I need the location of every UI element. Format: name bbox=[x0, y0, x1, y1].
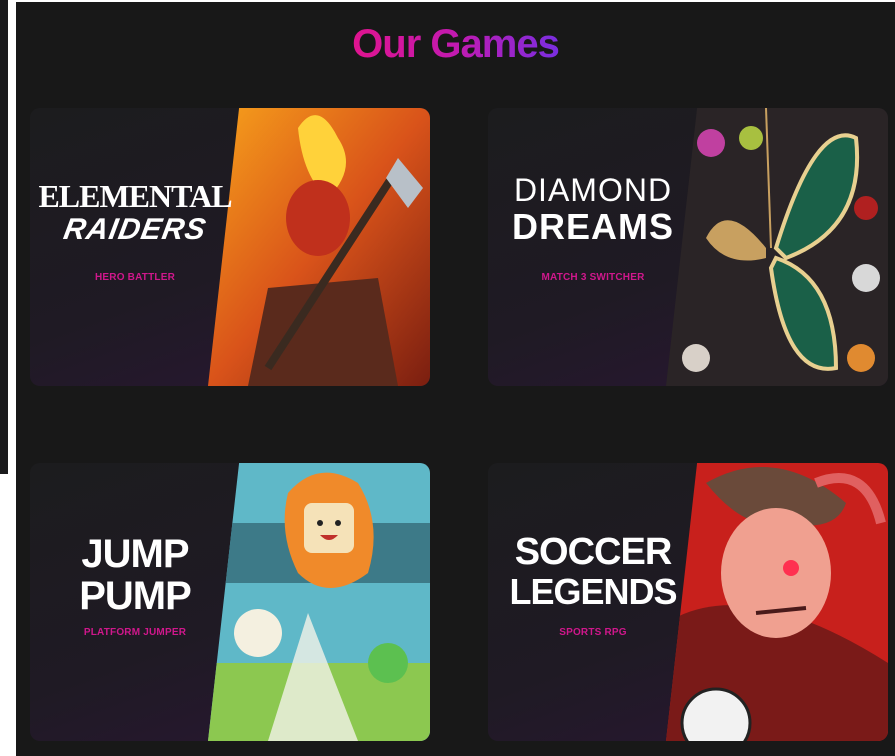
games-section: Our Games ELEMENTAL RAIDERS HERO BATTLER bbox=[16, 2, 895, 756]
jumping-cartoon-characters-illustration bbox=[208, 463, 430, 741]
section-title: Our Games bbox=[352, 22, 560, 66]
game-card-info: DIAMOND DREAMS MATCH 3 SWITCHER bbox=[488, 108, 698, 386]
game-logo-line2: LEGENDS bbox=[509, 570, 677, 612]
game-logo: SOCCER LEGENDS bbox=[488, 531, 698, 612]
game-card-diamond-dreams[interactable]: DIAMOND DREAMS MATCH 3 SWITCHER bbox=[488, 108, 888, 386]
game-logo: JUMP PUMP bbox=[30, 533, 240, 617]
game-card-info: SOCCER LEGENDS SPORTS RPG bbox=[488, 463, 698, 741]
anime-soccer-player-illustration bbox=[666, 463, 888, 741]
game-logo-line2: RAIDERS bbox=[61, 212, 209, 246]
game-genre: MATCH 3 SWITCHER bbox=[541, 272, 645, 283]
game-card-jump-pump[interactable]: JUMP PUMP PLATFORM JUMPER bbox=[30, 463, 430, 741]
game-card-info: JUMP PUMP PLATFORM JUMPER bbox=[30, 463, 240, 741]
fire-elf-warrior-illustration bbox=[208, 108, 430, 386]
left-scroll-rail bbox=[0, 0, 8, 474]
game-logo-line1: DIAMOND bbox=[513, 172, 673, 208]
game-card-soccer-legends[interactable]: SOCCER LEGENDS SPORTS RPG bbox=[488, 463, 888, 741]
game-genre: SPORTS RPG bbox=[559, 627, 627, 638]
game-genre: HERO BATTLER bbox=[95, 272, 175, 283]
game-logo-line2: PUMP bbox=[79, 574, 192, 618]
jeweled-butterfly-illustration bbox=[666, 108, 888, 386]
game-logo: ELEMENTAL RAIDERS bbox=[30, 178, 240, 246]
game-logo-line2: DREAMS bbox=[511, 205, 674, 247]
game-logo-line1: ELEMENTAL bbox=[38, 178, 232, 214]
game-card-elemental-raiders[interactable]: ELEMENTAL RAIDERS HERO BATTLER bbox=[30, 108, 430, 386]
game-logo-line1: SOCCER bbox=[514, 531, 673, 573]
game-card-info: ELEMENTAL RAIDERS HERO BATTLER bbox=[30, 108, 240, 386]
game-logo-line1: JUMP bbox=[81, 532, 189, 576]
game-genre: PLATFORM JUMPER bbox=[83, 627, 187, 638]
game-logo: DIAMOND DREAMS bbox=[488, 172, 698, 247]
